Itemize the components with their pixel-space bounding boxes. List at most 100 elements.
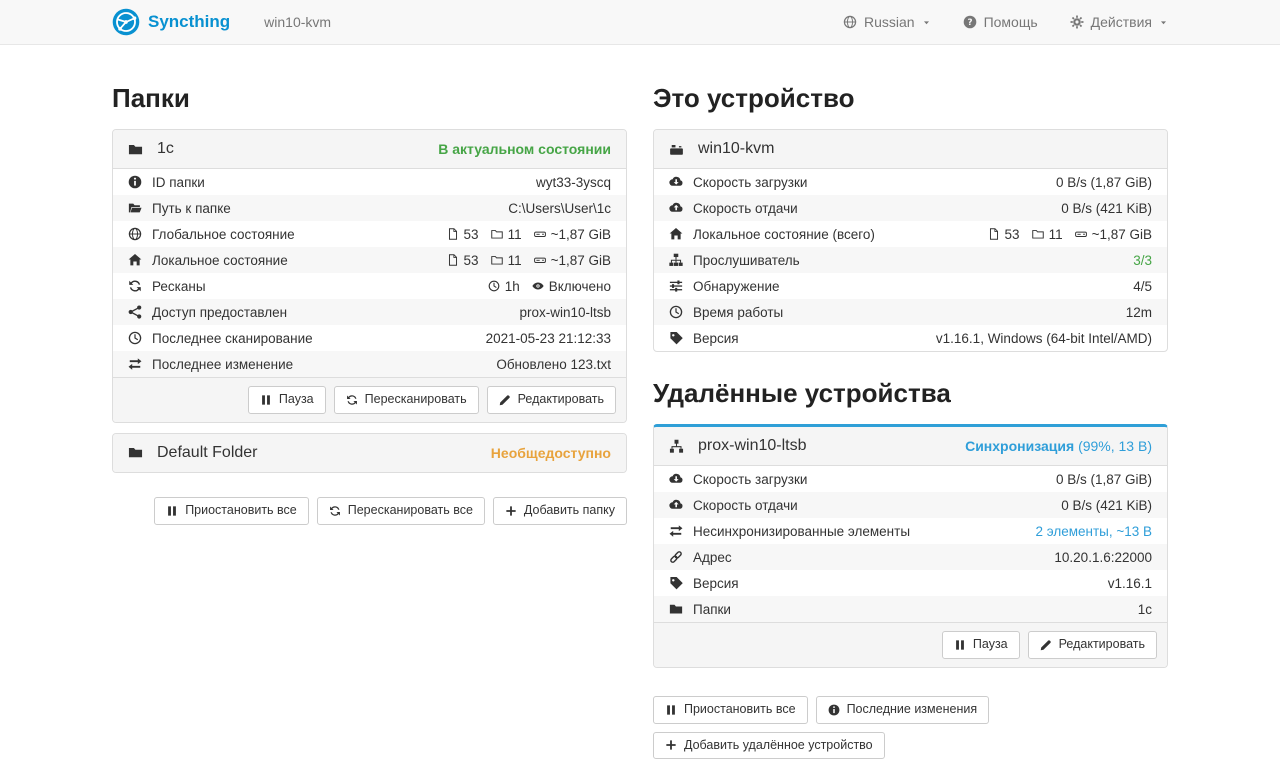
info-circle-icon (128, 175, 142, 189)
pause-icon (665, 704, 677, 716)
pause-icon (260, 394, 272, 406)
recent-changes-label: Последние изменения (847, 703, 978, 717)
remote-device-panel: prox-win10-ltsb Синхронизация (99%, 13 B… (653, 424, 1168, 668)
table-row-discovery: Обнаружение 4/5 (654, 273, 1167, 299)
pause-all-folders-button[interactable]: Приостановить все (154, 497, 309, 525)
row-label: Время работы (693, 305, 783, 320)
table-row-folder-id: ID папки wyt33-3yscq (113, 169, 626, 195)
folder-open-icon (128, 201, 142, 215)
folder-icon (128, 445, 143, 460)
cloud-upload-icon (669, 201, 683, 215)
remote-device-icon (669, 439, 684, 454)
clock-icon (669, 305, 683, 319)
refresh-icon (329, 505, 341, 517)
row-label: Версия (693, 331, 739, 346)
remote-device-header[interactable]: prox-win10-ltsb Синхронизация (99%, 13 B… (654, 427, 1167, 466)
row-label: Несинхронизированные элементы (693, 524, 910, 539)
plus-icon (505, 505, 517, 517)
this-device-title: Это устройство (653, 83, 1168, 114)
rescan-interval: 1h (505, 279, 520, 294)
pencil-icon (499, 394, 511, 406)
size-value: ~1,87 GiB (551, 253, 611, 268)
add-remote-device-button[interactable]: Добавить удалённое устройство (653, 732, 885, 760)
add-folder-button[interactable]: Добавить папку (493, 497, 627, 525)
row-label: ID папки (152, 175, 205, 190)
table-row-version: Версия v1.16.1, Windows (64-bit Intel/AM… (654, 325, 1167, 351)
files-count: 53 (1005, 227, 1020, 242)
clock-icon (488, 280, 500, 292)
row-value: 10.20.1.6:22000 (1054, 550, 1152, 565)
folder-name: 1c (157, 140, 174, 158)
row-label: Локальное состояние (152, 253, 288, 268)
row-label: Скорость загрузки (693, 472, 807, 487)
language-menu[interactable]: Russian (843, 14, 931, 30)
pause-all-label: Приостановить все (185, 504, 297, 518)
question-circle-icon (963, 15, 977, 29)
row-label: Последнее изменение (152, 357, 293, 372)
out-of-sync-link[interactable]: 2 элементы, ~13 B (1035, 524, 1152, 539)
edit-label: Редактировать (518, 393, 604, 407)
add-folder-label: Добавить папку (524, 504, 615, 518)
pause-button[interactable]: Пауза (248, 386, 326, 414)
home-icon (669, 227, 683, 241)
devices-actions: Приостановить все Последние изменения До… (653, 696, 1083, 760)
row-value: 0 B/s (1,87 GiB) (1056, 472, 1152, 487)
table-row-folder-path: Путь к папке C:\Users\User\1c (113, 195, 626, 221)
default-folder-header[interactable]: Default Folder Необщедоступно (113, 434, 626, 472)
row-value: v1.16.1, Windows (64-bit Intel/AMD) (936, 331, 1152, 346)
recent-changes-button[interactable]: Последние изменения (816, 696, 990, 724)
exchange-icon (128, 357, 142, 371)
hdd-icon (1075, 228, 1087, 240)
table-row-listeners: Прослушиватель 3/3 (654, 247, 1167, 273)
clock-icon (128, 331, 142, 345)
edit-device-button[interactable]: Редактировать (1028, 631, 1157, 659)
rescan-button[interactable]: Пересканировать (334, 386, 479, 414)
chevron-down-icon (922, 18, 931, 27)
navbar-device-name: win10-kvm (264, 14, 331, 30)
rescan-all-button[interactable]: Пересканировать все (317, 497, 485, 525)
plus-icon (665, 739, 677, 751)
sitemap-icon (669, 253, 683, 267)
this-device-header[interactable]: win10-kvm (654, 130, 1167, 169)
pause-all-devices-button[interactable]: Приостановить все (653, 696, 808, 724)
folder-outline-icon (1032, 228, 1044, 240)
row-label: Адрес (693, 550, 732, 565)
brand-label: Syncthing (148, 12, 230, 32)
pause-label: Пауза (279, 393, 314, 407)
add-device-label: Добавить удалённое устройство (684, 739, 873, 753)
language-label: Russian (864, 14, 915, 30)
globe-icon (843, 15, 857, 29)
edit-button[interactable]: Редактировать (487, 386, 616, 414)
status-text: Синхронизация (965, 438, 1074, 454)
files-count: 53 (464, 253, 479, 268)
pause-device-button[interactable]: Пауза (942, 631, 1020, 659)
pause-icon (954, 639, 966, 651)
row-value: prox-win10-ltsb (519, 305, 611, 320)
hdd-icon (534, 228, 546, 240)
device-name: prox-win10-ltsb (698, 437, 806, 455)
refresh-icon (346, 394, 358, 406)
row-label: Ресканы (152, 279, 206, 294)
help-label: Помощь (984, 14, 1038, 30)
row-value: 0 B/s (421 KiB) (1061, 201, 1152, 216)
watcher-state: Включено (549, 279, 611, 294)
actions-menu[interactable]: Действия (1070, 14, 1168, 30)
share-icon (128, 305, 142, 319)
file-icon (447, 228, 459, 240)
discovery-value: 4/5 (1133, 279, 1152, 294)
syncthing-brand[interactable]: Syncthing (112, 8, 230, 36)
dirs-count: 11 (508, 253, 522, 268)
folder-1c-header[interactable]: 1c В актуальном состоянии (113, 130, 626, 169)
hdd-icon (534, 254, 546, 266)
row-label: Глобальное состояние (152, 227, 295, 242)
remote-device-footer: Пауза Редактировать (654, 622, 1167, 667)
folder-status-badge: Необщедоступно (491, 445, 611, 461)
help-menu[interactable]: Помощь (963, 14, 1038, 30)
remote-devices-title: Удалённые устройства (653, 378, 1168, 409)
table-row-global-state: Глобальное состояние 53 11 ~1,87 GiB (113, 221, 626, 247)
dirs-count: 11 (1049, 227, 1063, 242)
table-row-upload-rate: Скорость отдачи 0 B/s (421 KiB) (654, 195, 1167, 221)
row-value: 1c (1138, 602, 1152, 617)
size-value: ~1,87 GiB (1092, 227, 1152, 242)
folder-name: Default Folder (157, 444, 258, 462)
